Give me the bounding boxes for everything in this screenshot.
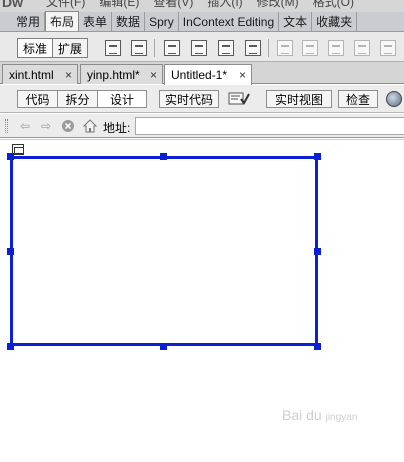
close-icon[interactable]: × (239, 68, 246, 82)
stop-icon[interactable] (61, 119, 75, 133)
resize-handle-right[interactable] (314, 248, 321, 255)
document-toolbar: 代码 拆分 设计 实时代码 实时视图 检查 (0, 85, 404, 113)
doc-tab-untitled-1[interactable]: Untitled-1* × (164, 64, 252, 85)
doc-tab-label: xint.html (9, 67, 54, 82)
doc-tab-label: yinp.html* (87, 67, 140, 82)
menu-items: 文件(F) 编辑(E) 查看(V) 插入(I) 修改(M) 格式(O) (46, 0, 354, 10)
close-icon[interactable]: × (65, 68, 72, 82)
menu-edit[interactable]: 编辑(E) (99, 0, 139, 10)
spry-menu-icon[interactable] (191, 40, 207, 56)
doc-tab-label: Untitled-1* (171, 68, 228, 82)
toolbar-grip[interactable] (5, 119, 8, 133)
draw-ap-div-icon[interactable] (131, 40, 147, 56)
insert-tab-text[interactable]: 文本 (279, 12, 313, 31)
close-icon[interactable]: × (150, 68, 157, 82)
live-code-button[interactable]: 实时代码 (159, 90, 219, 108)
doc-tab-yinp[interactable]: yinp.html* × (80, 64, 163, 84)
watermark-sub: jingyan (325, 412, 358, 423)
browser-navigation-bar: ⇦ ⇨ 地址: (0, 114, 404, 138)
globe-icon[interactable] (386, 91, 402, 107)
insert-tab-common[interactable]: 常用 (12, 12, 46, 31)
split-view-button[interactable]: 拆分 (58, 91, 98, 107)
toolbar-separator (268, 39, 269, 57)
insert-column-icon[interactable] (354, 40, 370, 56)
insert-tab-forms[interactable]: 表单 (79, 12, 113, 31)
address-input[interactable] (135, 117, 404, 135)
forward-arrow-icon[interactable]: ⇨ (39, 119, 53, 133)
code-view-button[interactable]: 代码 (18, 91, 58, 107)
resize-handle-bottom[interactable] (160, 343, 167, 350)
menu-modify[interactable]: 修改(M) (257, 0, 299, 10)
watermark-brand: Bai du (282, 407, 322, 423)
insert-table-icon[interactable] (164, 40, 180, 56)
table-icon[interactable] (277, 40, 293, 56)
expanded-mode-button[interactable]: 扩展 (53, 39, 87, 57)
resize-handle-left[interactable] (7, 248, 14, 255)
back-arrow-icon[interactable]: ⇦ (18, 119, 32, 133)
spry-accordion-icon[interactable] (245, 40, 261, 56)
resize-handle-bottom-right[interactable] (314, 343, 321, 350)
layout-mode-switch: 标准 扩展 (17, 38, 89, 58)
toolbar-separator (154, 39, 155, 57)
insert-tab-data[interactable]: 数据 (112, 12, 146, 31)
view-mode-switch: 代码 拆分 设计 (17, 90, 147, 108)
insert-row-below-icon[interactable] (328, 40, 344, 56)
layout-toolbar: 标准 扩展 (0, 32, 404, 62)
home-icon[interactable] (83, 119, 97, 133)
live-view-button[interactable]: 实时视图 (266, 90, 332, 108)
insert-tab-spry[interactable]: Spry (145, 12, 179, 31)
insert-bar-tabs: 常用 布局 表单 数据 Spry InContext Editing 文本 收藏… (0, 11, 404, 32)
menu-format[interactable]: 格式(O) (313, 0, 354, 10)
insert-tab-layout[interactable]: 布局 (45, 11, 80, 31)
resize-handle-top-right[interactable] (314, 153, 321, 160)
standard-mode-button[interactable]: 标准 (18, 39, 54, 57)
check-browser-icon[interactable] (228, 91, 250, 107)
insert-tab-favorites[interactable]: 收藏夹 (312, 12, 358, 31)
address-label: 地址: (103, 121, 131, 135)
doc-tab-xint[interactable]: xint.html × (2, 64, 78, 84)
insert-column-right-icon[interactable] (380, 40, 396, 56)
app-logo: Dw (2, 0, 23, 10)
resize-handle-top-left[interactable] (7, 153, 14, 160)
insert-div-icon[interactable] (105, 40, 121, 56)
menu-file[interactable]: 文件(F) (46, 0, 85, 10)
insert-row-above-icon[interactable] (302, 40, 318, 56)
resize-handle-bottom-left[interactable] (7, 343, 14, 350)
selected-element-outline[interactable] (10, 156, 318, 346)
insert-tab-incontext[interactable]: InContext Editing (179, 12, 280, 31)
design-view-button[interactable]: 设计 (98, 91, 146, 107)
resize-handle-top[interactable] (160, 153, 167, 160)
watermark: Bai du jingyan (282, 407, 357, 423)
menu-insert[interactable]: 插入(I) (207, 0, 242, 10)
menu-view[interactable]: 查看(V) (153, 0, 193, 10)
spry-tabbed-icon[interactable] (218, 40, 234, 56)
inspect-button[interactable]: 检查 (338, 90, 378, 108)
document-tabs: xint.html × yinp.html* × Untitled-1* × (0, 62, 404, 85)
